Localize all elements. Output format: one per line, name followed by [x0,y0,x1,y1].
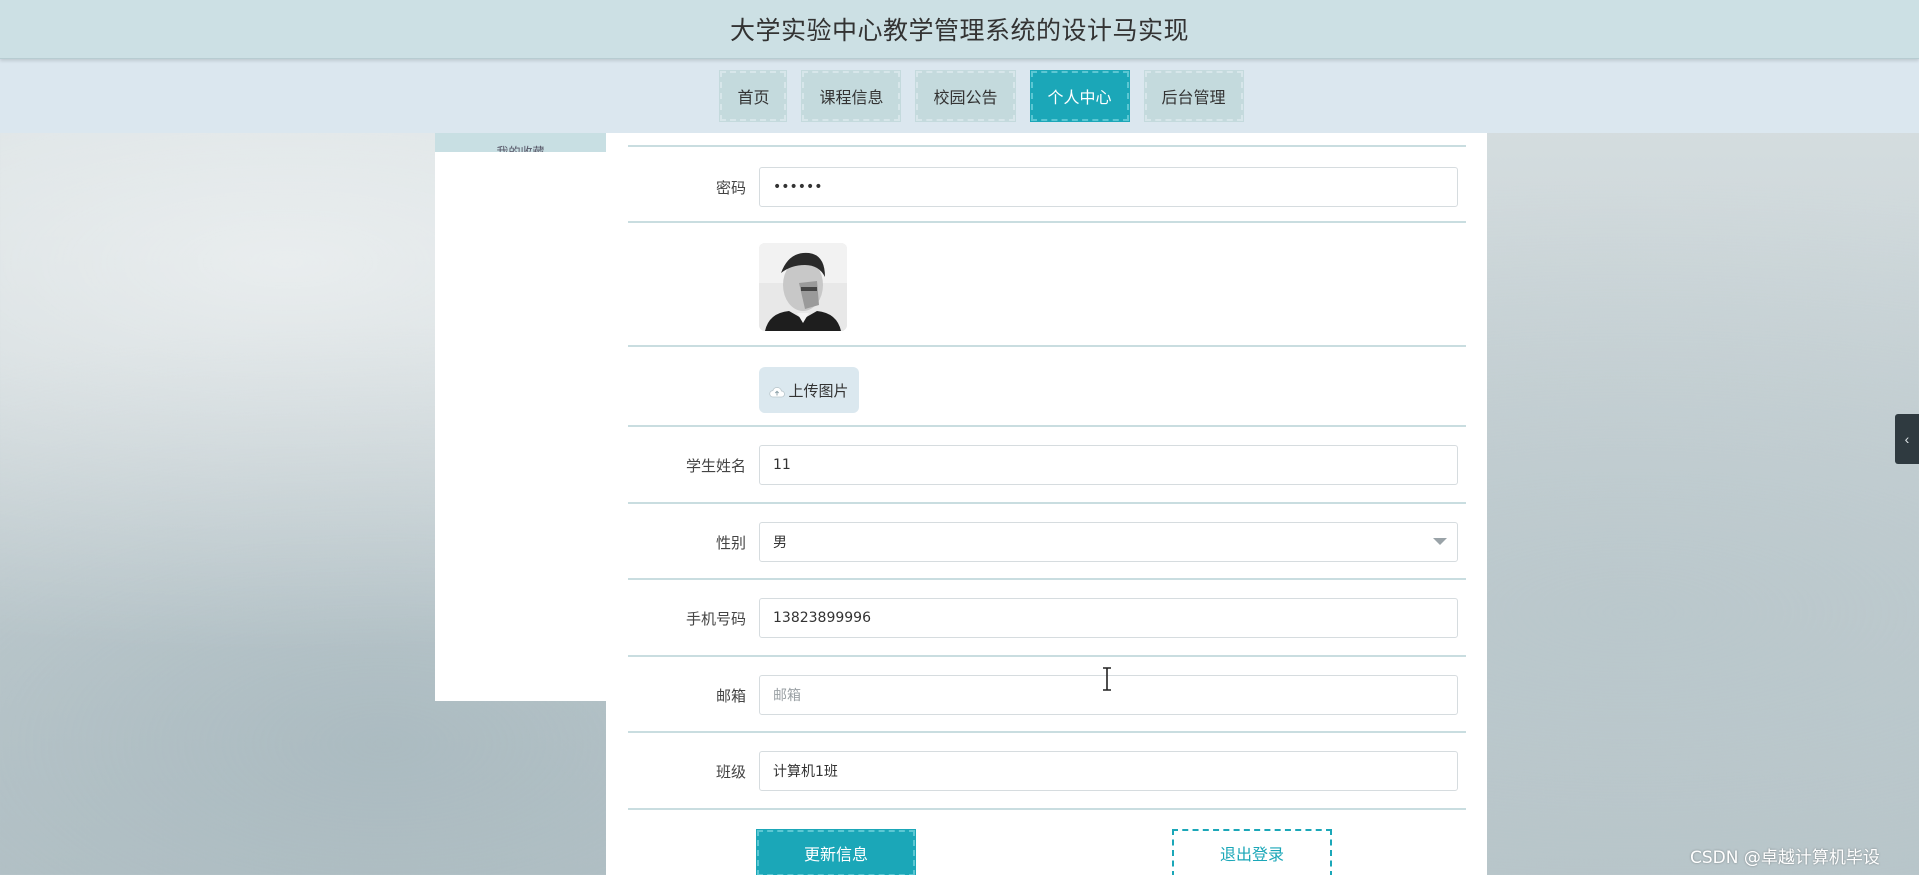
sidebar: 我的收藏 [435,133,606,701]
upload-image-label: 上传图片 [788,381,849,400]
phone-field[interactable]: 13823899996 [759,598,1458,638]
nav-item-home[interactable]: 首页 [719,70,788,122]
form-row-phone: 手机号码 13823899996 [628,580,1466,657]
form-row-avatar [628,223,1466,347]
form-row-student-name: 学生姓名 11 [628,427,1466,504]
main-nav: 首页 课程信息 校园公告 个人中心 后台管理 [0,59,1919,133]
nav-item-course-info[interactable]: 课程信息 [801,70,902,122]
form-row-email: 邮箱 邮箱 [628,657,1466,733]
email-label: 邮箱 [715,687,746,705]
sidebar-item-label: 我的收藏 [496,145,545,152]
gender-select[interactable]: 男 [759,522,1458,562]
form-divider [628,133,1466,147]
cloud-upload-icon [769,384,786,398]
password-field[interactable]: •••••• [759,167,1458,207]
chevron-down-icon [1433,538,1447,545]
side-panel-toggle[interactable]: ‹ [1895,414,1919,464]
watermark: CSDN @卓越计算机毕设 [1690,848,1880,868]
nav-list: 首页 课程信息 校园公告 个人中心 后台管理 [719,70,1244,122]
sidebar-item-favorites[interactable]: 我的收藏 [435,133,606,152]
student-name-field[interactable]: 11 [759,445,1458,485]
logout-button[interactable]: 退出登录 [1172,829,1332,875]
chevron-left-icon: ‹ [1904,431,1910,447]
password-label: 密码 [715,179,746,197]
nav-item-personal-center[interactable]: 个人中心 [1029,70,1130,122]
avatar-image [759,243,847,331]
profile-form-panel: 密码 •••••• 上传图片 学生姓名 11 性别 男 手机号码 1382389… [606,133,1487,875]
header-bar: 大学实验中心教学管理系统的设计马实现 [0,0,1919,59]
phone-label: 手机号码 [685,610,746,628]
avatar [759,243,847,331]
page-title: 大学实验中心教学管理系统的设计马实现 [729,16,1189,45]
form-row-gender: 性别 男 [628,504,1466,580]
text-cursor-icon [1101,667,1113,691]
form-row-class: 班级 计算机1班 [628,733,1466,810]
update-info-button[interactable]: 更新信息 [756,829,916,875]
class-field[interactable]: 计算机1班 [759,751,1458,791]
gender-value: 男 [773,535,787,551]
student-name-label: 学生姓名 [685,457,746,475]
gender-label: 性别 [715,534,746,552]
form-row-upload: 上传图片 [628,347,1466,427]
nav-item-admin[interactable]: 后台管理 [1143,70,1244,122]
upload-image-button[interactable]: 上传图片 [759,367,859,413]
form-row-password: 密码 •••••• [628,147,1466,223]
class-label: 班级 [715,763,746,781]
nav-item-campus-notice[interactable]: 校园公告 [915,70,1016,122]
